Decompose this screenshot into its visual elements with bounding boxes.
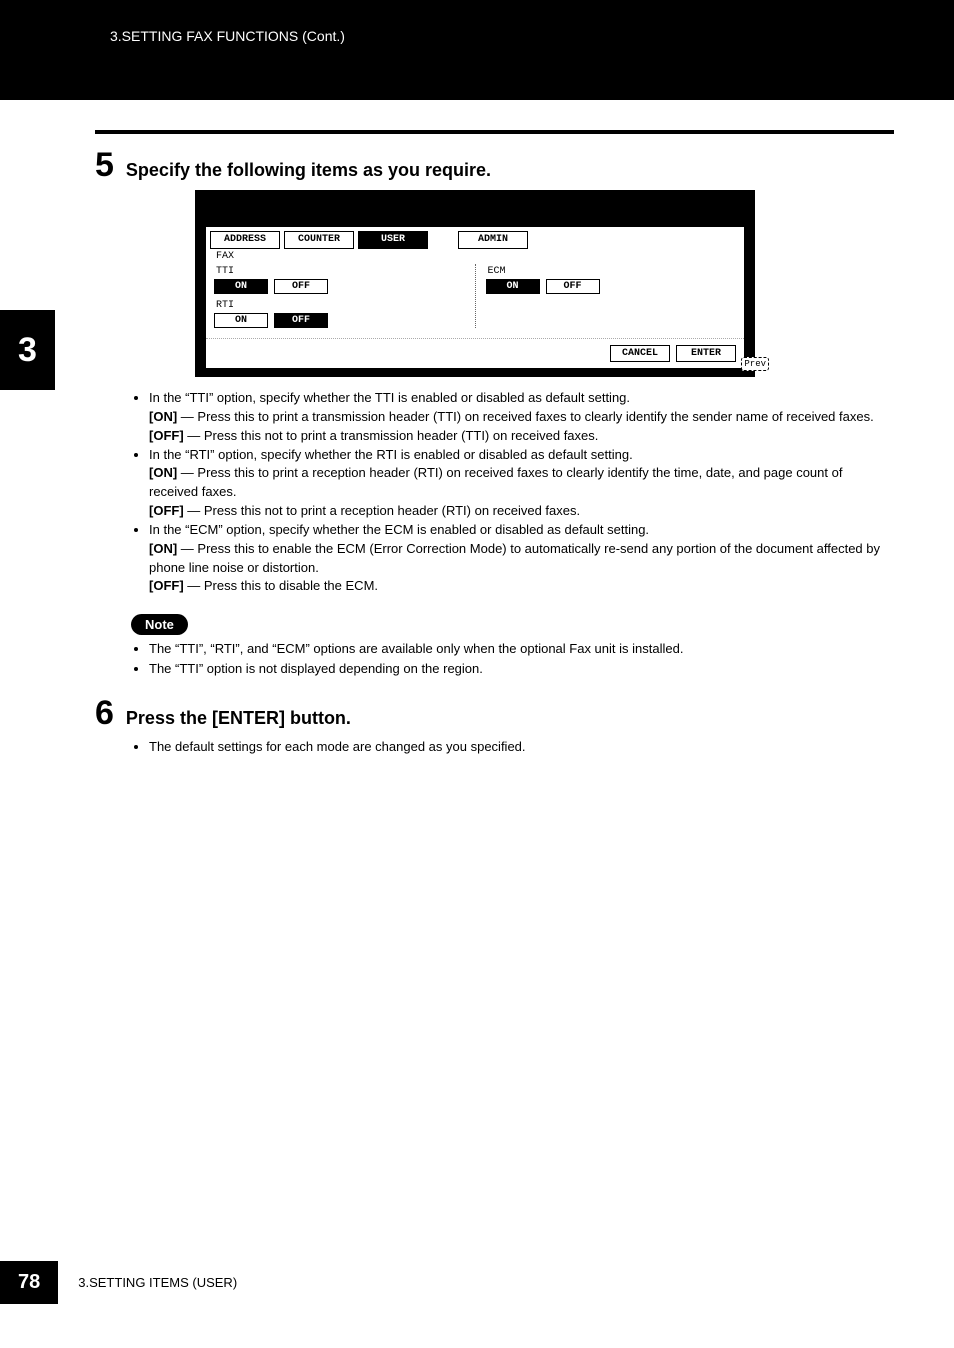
left-col: TTI ON OFF RTI ON OFF bbox=[214, 264, 465, 328]
note-item-2: The “TTI” option is not displayed depend… bbox=[149, 659, 894, 679]
rti-label: RTI bbox=[216, 300, 465, 311]
action-row: CANCEL ENTER bbox=[206, 338, 744, 362]
ecm-label: ECM bbox=[488, 266, 737, 277]
right-col: ECM ON OFF bbox=[486, 264, 737, 328]
cancel-button[interactable]: CANCEL bbox=[610, 345, 670, 362]
step5-body: In the “TTI” option, specify whether the… bbox=[131, 389, 894, 596]
footer-text: 3.SETTING ITEMS (USER) bbox=[78, 1275, 237, 1290]
breadcrumb: 3.SETTING FAX FUNCTIONS (Cont.) bbox=[110, 28, 345, 44]
device-screen: ADDRESS COUNTER USER ADMIN FAX TTI ON OF… bbox=[195, 190, 755, 377]
tti-buttons: ON OFF bbox=[214, 279, 465, 294]
ecm-off-button[interactable]: OFF bbox=[546, 279, 600, 294]
page-number: 78 bbox=[0, 1261, 58, 1304]
step-5: 5 Specify the following items as you req… bbox=[95, 148, 894, 182]
rti-off-desc: — Press this not to print a reception he… bbox=[184, 503, 580, 518]
step-6: 6 Press the [ENTER] button. bbox=[95, 696, 894, 730]
tti-on-desc: — Press this to print a transmission hea… bbox=[177, 409, 874, 424]
tab-user[interactable]: USER bbox=[358, 231, 428, 249]
step-title: Press the [ENTER] button. bbox=[126, 708, 351, 730]
chapter-tab: 3 bbox=[0, 310, 55, 390]
ecm-buttons: ON OFF bbox=[486, 279, 737, 294]
ecm-off-label: [OFF] bbox=[149, 578, 184, 593]
rti-item: In the “RTI” option, specify whether the… bbox=[149, 446, 894, 521]
ecm-on-desc: — Press this to enable the ECM (Error Co… bbox=[149, 541, 880, 575]
tti-label: TTI bbox=[216, 266, 465, 277]
prev-link[interactable]: Prev bbox=[741, 357, 769, 371]
tti-off-desc: — Press this not to print a transmission… bbox=[184, 428, 599, 443]
rti-off-label: [OFF] bbox=[149, 503, 184, 518]
tab-counter[interactable]: COUNTER bbox=[284, 231, 354, 249]
ecm-on-button[interactable]: ON bbox=[486, 279, 540, 294]
tti-item: In the “TTI” option, specify whether the… bbox=[149, 389, 894, 446]
step6-bullet: The default settings for each mode are c… bbox=[149, 738, 894, 757]
ecm-on-label: [ON] bbox=[149, 541, 177, 556]
note-list: The “TTI”, “RTI”, and “ECM” options are … bbox=[131, 639, 894, 678]
note-item-1: The “TTI”, “RTI”, and “ECM” options are … bbox=[149, 639, 894, 659]
chapter-number: 3 bbox=[18, 331, 37, 370]
horizontal-rule bbox=[95, 130, 894, 134]
step-number: 5 bbox=[95, 148, 114, 182]
tab-row: ADDRESS COUNTER USER ADMIN bbox=[206, 227, 744, 251]
tti-off-label: [OFF] bbox=[149, 428, 184, 443]
rti-intro: In the “RTI” option, specify whether the… bbox=[149, 447, 633, 462]
step-number: 6 bbox=[95, 696, 114, 730]
tti-on-button[interactable]: ON bbox=[214, 279, 268, 294]
step-title: Specify the following items as you requi… bbox=[126, 160, 491, 182]
rti-buttons: ON OFF bbox=[214, 313, 465, 328]
column-divider bbox=[475, 264, 476, 328]
options-columns: TTI ON OFF RTI ON OFF ECM ON bbox=[206, 262, 744, 328]
tab-admin[interactable]: ADMIN bbox=[458, 231, 528, 249]
device-screen-inner: ADDRESS COUNTER USER ADMIN FAX TTI ON OF… bbox=[205, 226, 745, 369]
tti-off-button[interactable]: OFF bbox=[274, 279, 328, 294]
page-footer: 78 3.SETTING ITEMS (USER) bbox=[0, 1261, 954, 1304]
rti-on-desc: — Press this to print a reception header… bbox=[149, 465, 842, 499]
tab-address[interactable]: ADDRESS bbox=[210, 231, 280, 249]
rti-off-button[interactable]: OFF bbox=[274, 313, 328, 328]
page-content: 5 Specify the following items as you req… bbox=[0, 100, 954, 757]
tti-on-label: [ON] bbox=[149, 409, 177, 424]
rti-on-label: [ON] bbox=[149, 465, 177, 480]
header-band: 3.SETTING FAX FUNCTIONS (Cont.) bbox=[0, 0, 954, 100]
screen-subhead: FAX bbox=[206, 251, 744, 262]
ecm-item: In the “ECM” option, specify whether the… bbox=[149, 521, 894, 596]
tti-intro: In the “TTI” option, specify whether the… bbox=[149, 390, 630, 405]
ecm-intro: In the “ECM” option, specify whether the… bbox=[149, 522, 649, 537]
note-badge: Note bbox=[131, 614, 188, 635]
rti-on-button[interactable]: ON bbox=[214, 313, 268, 328]
step6-body: The default settings for each mode are c… bbox=[131, 738, 894, 757]
enter-button[interactable]: ENTER bbox=[676, 345, 736, 362]
ecm-off-desc: — Press this to disable the ECM. bbox=[184, 578, 378, 593]
